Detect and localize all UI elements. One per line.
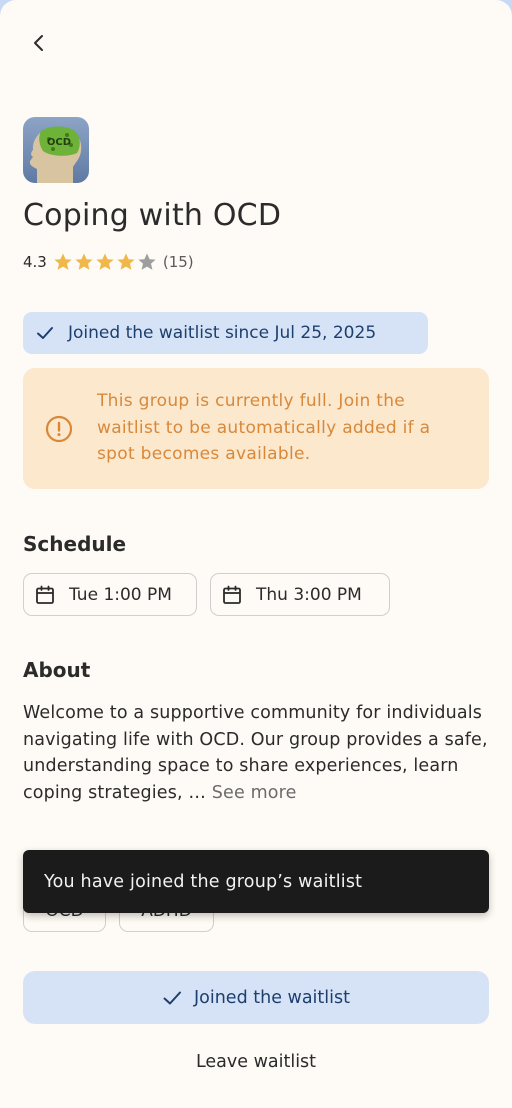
star-filled-icon <box>54 253 72 270</box>
leave-waitlist-button[interactable]: Leave waitlist <box>23 1045 489 1079</box>
rating-value: 4.3 <box>23 253 47 271</box>
ocd-icon-text: OCD <box>47 137 71 148</box>
group-icon: OCD <box>23 117 89 183</box>
rating-row: 4.3 (15) <box>23 251 194 273</box>
joined-waitlist-label: Joined the waitlist <box>193 987 350 1008</box>
star-filled-icon <box>96 253 114 270</box>
waitlist-status-badge: Joined the waitlist since Jul 25, 2025 <box>23 312 428 354</box>
star-rating <box>53 252 157 272</box>
schedule-slot-tue[interactable]: Tue 1:00 PM <box>23 573 197 616</box>
schedule-slot-label: Thu 3:00 PM <box>256 584 362 605</box>
alert-text: This group is currently full. Join the w… <box>97 391 431 464</box>
joined-waitlist-button[interactable]: Joined the waitlist <box>23 971 489 1024</box>
see-more-link[interactable]: See more <box>212 783 297 803</box>
toast-message: You have joined the group’s waitlist <box>44 871 363 892</box>
waitlist-status-text: Joined the waitlist since Jul 25, 2025 <box>68 323 377 343</box>
back-button[interactable] <box>23 27 55 59</box>
star-empty-icon <box>138 253 156 270</box>
ocd-head-icon: OCD <box>23 117 89 183</box>
calendar-icon <box>36 585 54 604</box>
check-icon <box>163 991 181 1004</box>
page-title: Coping with OCD <box>23 198 282 233</box>
rating-count: (15) <box>162 253 194 271</box>
about-heading: About <box>23 658 91 682</box>
check-icon <box>37 327 53 339</box>
calendar-icon <box>223 585 241 604</box>
alert-circle-icon <box>45 415 73 443</box>
schedule-slot-label: Tue 1:00 PM <box>69 584 172 605</box>
schedule-heading: Schedule <box>23 532 127 556</box>
star-filled-icon <box>117 253 135 270</box>
schedule-slot-thu[interactable]: Thu 3:00 PM <box>210 573 390 616</box>
chevron-left-icon <box>34 35 43 51</box>
waitlist-toast: You have joined the group’s waitlist <box>23 850 489 913</box>
star-filled-icon <box>75 253 93 270</box>
group-detail-screen: OCD Coping with OCD 4.3 (15) Joined the … <box>0 0 512 1108</box>
group-full-alert: This group is currently full. Join the w… <box>23 368 489 489</box>
about-text-block: Welcome to a supportive community for in… <box>23 700 493 806</box>
